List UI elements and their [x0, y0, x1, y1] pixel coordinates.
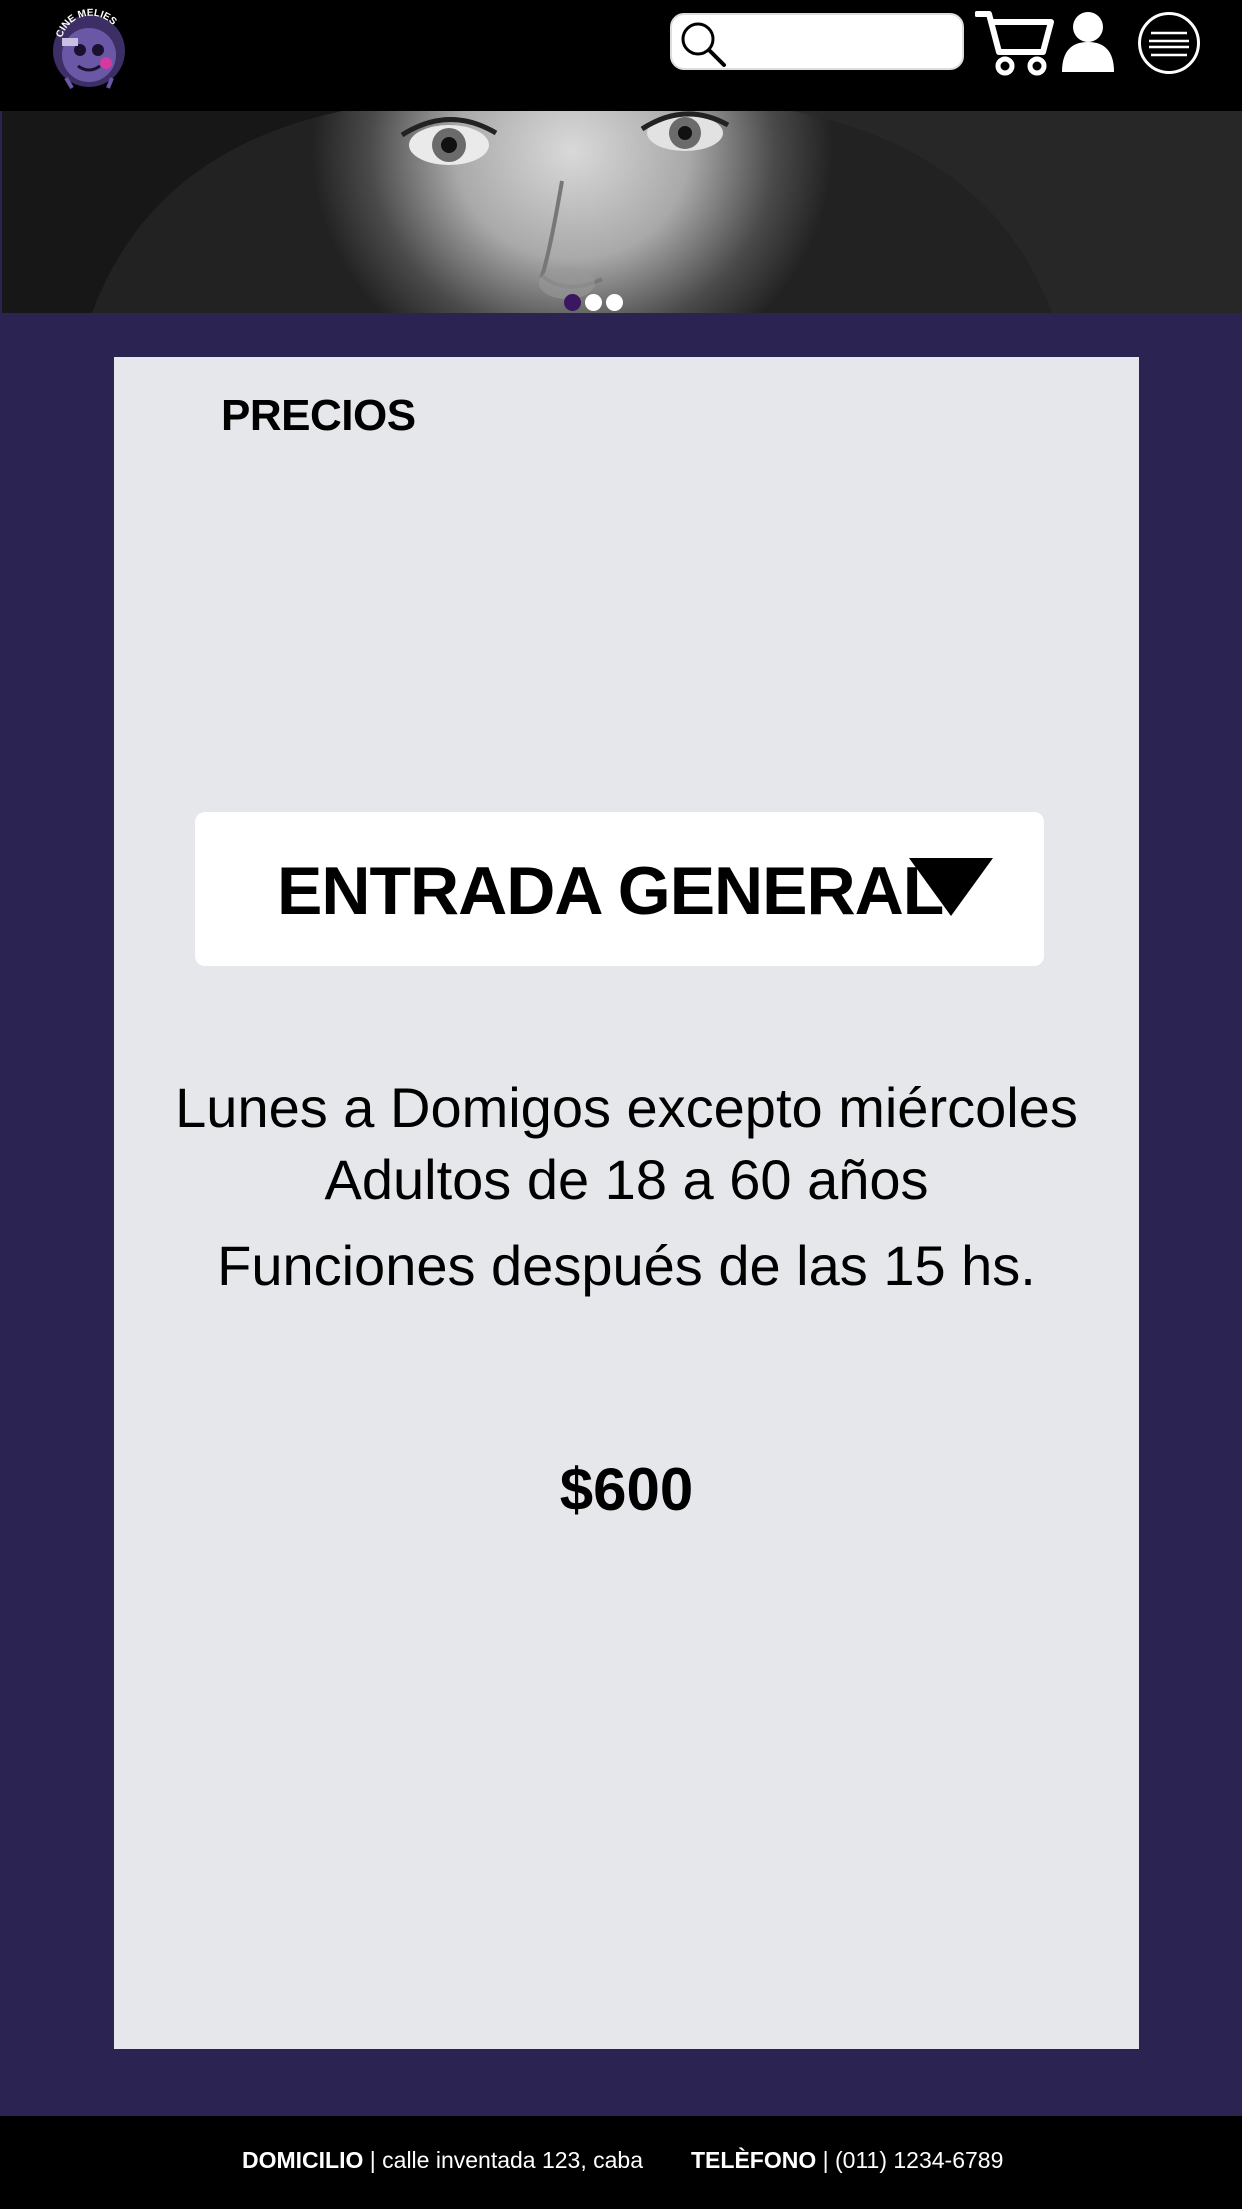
ticket-price: $600: [559, 1456, 694, 1523]
carousel-dot[interactable]: [585, 294, 602, 311]
carousel-dot-active[interactable]: [564, 294, 581, 311]
ticket-type-selected: ENTRADA GENERAL: [277, 853, 944, 929]
svg-text:CINE MELIES: CINE MELIES: [54, 8, 118, 39]
page-title: PRECIOS: [221, 391, 416, 440]
footer-phone: TELÈFONO | (011) 1234-6789: [691, 2147, 1003, 2174]
description-line: Adultos de 18 a 60 años: [324, 1148, 929, 1211]
site-header: CINE MELIES: [0, 0, 1242, 111]
ticket-type-select[interactable]: ENTRADA GENERAL: [195, 812, 1044, 966]
search-icon: [681, 22, 726, 67]
logo-text: CINE MELIES: [54, 8, 118, 39]
description-line: Funciones después de las 15 hs.: [217, 1234, 1036, 1297]
search-input[interactable]: [670, 13, 964, 70]
phone-label: TELÈFONO: [691, 2147, 817, 2173]
address-value: | calle inventada 123, caba: [369, 2147, 644, 2173]
cart-icon[interactable]: [975, 8, 1055, 76]
hero-carousel[interactable]: [2, 111, 1242, 313]
description-line: Lunes a Domigos excepto miércoles: [175, 1076, 1078, 1139]
site-footer: DOMICILIO | calle inventada 123, caba TE…: [0, 2116, 1242, 2209]
carousel-dots: [564, 294, 624, 312]
cine-melies-logo[interactable]: CINE MELIES: [48, 8, 130, 90]
user-icon[interactable]: [1060, 10, 1116, 72]
hamburger-menu-icon[interactable]: [1138, 12, 1200, 74]
prices-card: PRECIOS ENTRADA GENERAL Lunes a Domigos …: [114, 357, 1139, 2049]
footer-address: DOMICILIO | calle inventada 123, caba: [242, 2147, 643, 2174]
address-label: DOMICILIO: [242, 2147, 364, 2173]
carousel-dot[interactable]: [606, 294, 623, 311]
hero-image: [2, 111, 1242, 313]
chevron-down-icon: [909, 858, 993, 916]
phone-value: | (011) 1234-6789: [822, 2147, 1004, 2173]
